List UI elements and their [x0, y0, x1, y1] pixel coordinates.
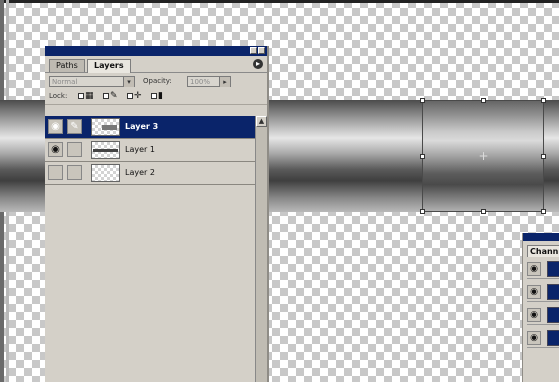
opacity-label: Opacity: [143, 77, 172, 85]
eye-icon[interactable]: ◉ [48, 142, 63, 157]
layer-thumbnail [91, 118, 120, 136]
channel-thumbnail [547, 261, 559, 277]
blend-mode-value: Normal [52, 78, 78, 86]
layer-name: Layer 2 [125, 168, 155, 177]
layer-name: Layer 3 [125, 122, 159, 131]
layer-list: ◉ ✎ Layer 3 ◉ Layer 1 Layer 2 [45, 116, 255, 186]
transform-handle-top-left[interactable] [420, 98, 425, 103]
channels-panel: Chann ◉ ◉ ◉ ◉ [522, 233, 559, 382]
tab-layers[interactable]: Layers [87, 59, 131, 73]
layers-panel: Paths Layers ▸ Normal ▾ Opacity: 100% ▸ … [45, 46, 267, 382]
chevron-right-icon: ▸ [219, 77, 230, 87]
tab-channels[interactable]: Chann [527, 245, 559, 257]
transform-handle-bottom-left[interactable] [420, 209, 425, 214]
panel-titlebar[interactable] [45, 46, 267, 56]
eye-icon[interactable]: ◉ [527, 285, 541, 299]
transform-handle-middle-left[interactable] [420, 154, 425, 159]
channels-titlebar[interactable] [523, 233, 559, 241]
blend-mode-select[interactable]: Normal ▾ [49, 76, 135, 87]
link-cell[interactable] [67, 142, 82, 157]
close-button[interactable] [258, 47, 265, 54]
eye-icon[interactable]: ◉ [527, 331, 541, 345]
channel-thumbnail [547, 330, 559, 346]
transform-handle-top-right[interactable] [541, 98, 546, 103]
eye-icon[interactable]: ◉ [48, 119, 63, 134]
scroll-up-arrow-icon[interactable]: ▲ [256, 116, 267, 127]
channel-row[interactable]: ◉ [527, 260, 559, 279]
lock-label: Lock: [49, 92, 68, 100]
eye-icon[interactable]: ◉ [527, 308, 541, 322]
layer-row-layer-3[interactable]: ◉ ✎ Layer 3 [45, 116, 255, 139]
transform-handle-bottom-right[interactable] [541, 209, 546, 214]
layers-scrollbar[interactable]: ▲ [255, 116, 267, 382]
channel-row[interactable]: ◉ [527, 283, 559, 302]
tab-paths[interactable]: Paths [49, 59, 85, 72]
panel-menu-icon[interactable]: ▸ [253, 59, 263, 69]
transform-handle-middle-right[interactable] [541, 154, 546, 159]
minimize-button[interactable] [250, 47, 257, 54]
transform-handle-top-center[interactable] [481, 98, 486, 103]
layer-row-layer-1[interactable]: ◉ Layer 1 [45, 139, 255, 162]
transform-handle-bottom-center[interactable] [481, 209, 486, 214]
chevron-down-icon: ▾ [123, 77, 134, 87]
lock-transparency-checkbox[interactable] [78, 93, 84, 99]
layer-row-layer-2[interactable]: Layer 2 [45, 162, 255, 185]
transform-center-crosshair-icon[interactable]: + [478, 150, 489, 162]
lock-row: Lock: ▦ ✎ ✛ ▮ [45, 89, 267, 105]
brush-lock-icon: ✎ [110, 91, 118, 101]
free-transform-box[interactable]: + [420, 98, 546, 214]
lock-image-checkbox[interactable] [103, 93, 109, 99]
move-icon: ✛ [134, 91, 142, 101]
channel-row[interactable]: ◉ [527, 306, 559, 325]
transparency-lock-icon: ▦ [85, 91, 94, 101]
lock-position-checkbox[interactable] [127, 93, 133, 99]
layer-name: Layer 1 [125, 145, 155, 154]
lock-icon: ▮ [158, 91, 163, 101]
link-cell[interactable] [67, 165, 82, 180]
eye-icon[interactable]: ◉ [527, 262, 541, 276]
opacity-value: 100% [190, 78, 211, 86]
blend-opacity-row: Normal ▾ Opacity: 100% ▸ [45, 73, 267, 89]
lock-all-checkbox[interactable] [151, 93, 157, 99]
channel-thumbnail [547, 307, 559, 323]
eye-hidden-cell[interactable] [48, 165, 63, 180]
top-border [0, 0, 559, 3]
layer-thumbnail [91, 141, 120, 159]
opacity-input[interactable]: 100% ▸ [187, 76, 231, 87]
layer-thumbnail [91, 164, 120, 182]
panel-tabs: Paths Layers ▸ [45, 56, 267, 73]
channel-thumbnail [547, 284, 559, 300]
brush-icon[interactable]: ✎ [67, 119, 82, 134]
channel-row[interactable]: ◉ [527, 329, 559, 348]
